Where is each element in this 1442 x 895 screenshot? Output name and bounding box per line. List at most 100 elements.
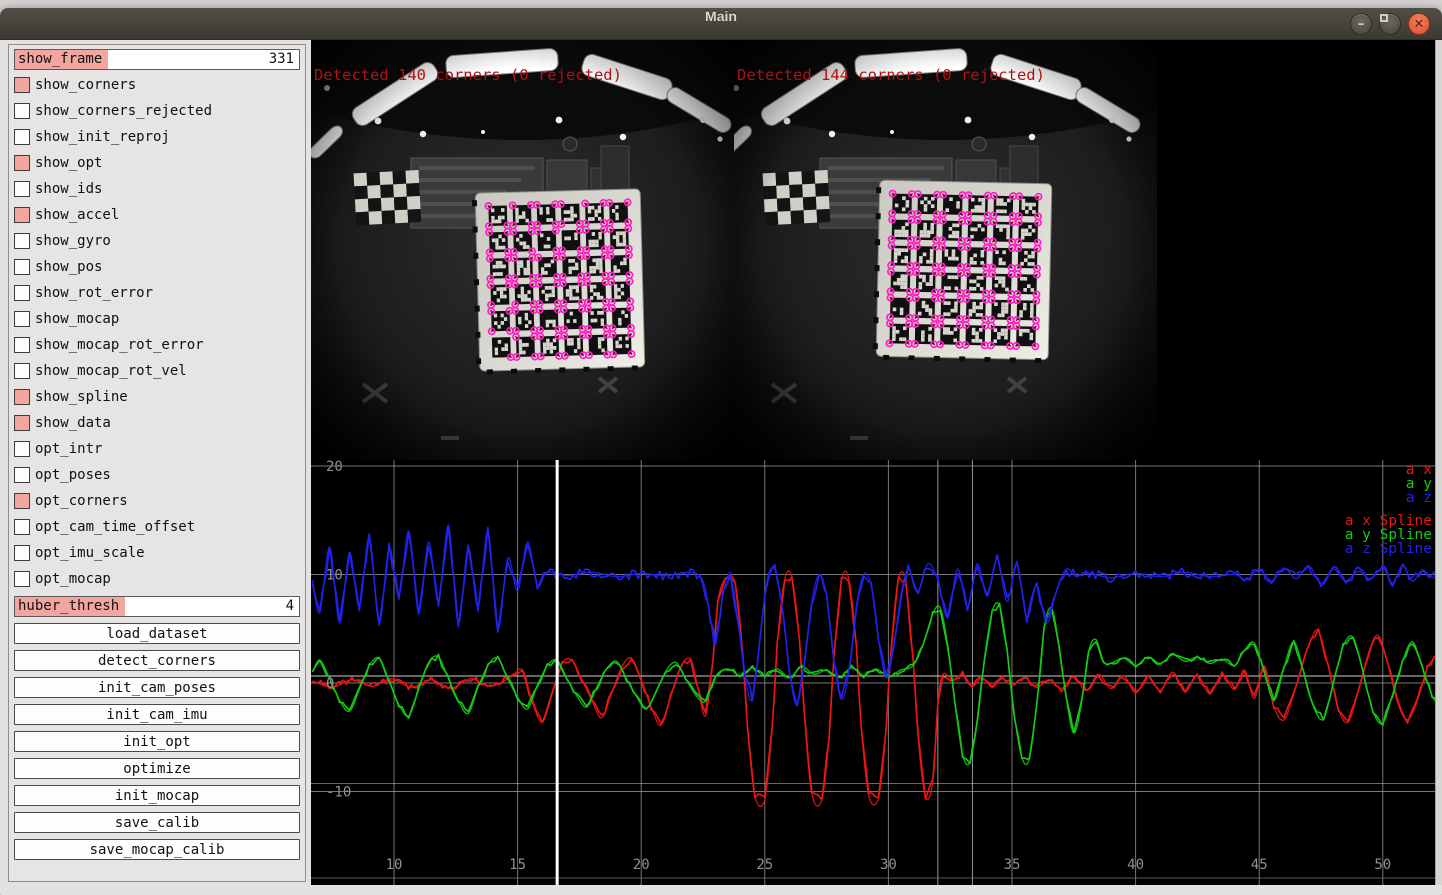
checkbox-label: show_gyro [35, 233, 111, 249]
checkbox-show_corners[interactable] [14, 77, 30, 93]
checkbox-show_gyro[interactable] [14, 233, 30, 249]
checkbox-row-show_mocap_rot_vel[interactable]: show_mocap_rot_vel [14, 362, 300, 379]
camera-view-1: Detected 144 corners (0 rejected) [734, 40, 1157, 460]
window-right-border [1435, 40, 1442, 885]
checkbox-row-opt_poses[interactable]: opt_poses [14, 466, 300, 483]
checkbox-row-show_opt[interactable]: show_opt [14, 154, 300, 171]
window-controls: – ✕ [1350, 13, 1430, 35]
detected-corners-overlay: Detected 144 corners (0 rejected) [737, 66, 1045, 84]
x-tick-label: 35 [1004, 857, 1021, 873]
optimize-button[interactable]: optimize [14, 758, 300, 779]
y-tick-label: 20 [326, 460, 343, 475]
checkbox-label: show_mocap_rot_error [35, 337, 204, 353]
checkbox-label: opt_mocap [35, 571, 111, 587]
legend-item: a z [1406, 490, 1432, 506]
imu-plot[interactable]: 10152025303540455020100-10a xa ya za x S… [311, 460, 1435, 885]
y-tick-label: 0 [326, 676, 334, 692]
titlebar[interactable]: Main – ✕ [0, 8, 1442, 40]
checkbox-row-opt_corners[interactable]: opt_corners [14, 492, 300, 509]
checkbox-row-show_ids[interactable]: show_ids [14, 180, 300, 197]
checkbox-opt_intr[interactable] [14, 441, 30, 457]
show-frame-value: 331 [108, 50, 299, 69]
load_dataset-button[interactable]: load_dataset [14, 623, 300, 644]
checkbox-opt_cam_time_offset[interactable] [14, 519, 30, 535]
checkbox-show_opt[interactable] [14, 155, 30, 171]
huber-thresh-field[interactable]: huber_thresh4 [14, 596, 300, 617]
x-tick-label: 15 [509, 857, 526, 873]
huber-thresh-label: huber_thresh [15, 597, 125, 616]
x-tick-label: 30 [880, 857, 897, 873]
show-frame-field[interactable]: show_frame331 [14, 49, 300, 70]
main-area: show_frame331 show_corners show_corners_re… [0, 40, 1442, 885]
checkbox-label: show_corners [35, 77, 136, 93]
checkbox-opt_poses[interactable] [14, 467, 30, 483]
checkbox-row-show_mocap[interactable]: show_mocap [14, 310, 300, 327]
checkbox-label: show_corners_rejected [35, 103, 212, 119]
checkbox-label: opt_cam_time_offset [35, 519, 195, 535]
checkbox-show_ids[interactable] [14, 181, 30, 197]
checkbox-label: show_ids [35, 181, 102, 197]
checkbox-row-show_data[interactable]: show_data [14, 414, 300, 431]
init_cam_imu-button[interactable]: init_cam_imu [14, 704, 300, 725]
close-button[interactable]: ✕ [1408, 13, 1430, 35]
huber-thresh-value: 4 [125, 597, 299, 616]
detected-corners-overlay: Detected 140 corners (0 rejected) [314, 66, 622, 84]
checkbox-label: opt_poses [35, 467, 111, 483]
maximize-button[interactable] [1379, 13, 1401, 35]
checkbox-label: opt_corners [35, 493, 128, 509]
checkbox-row-opt_imu_scale[interactable]: opt_imu_scale [14, 544, 300, 561]
checkbox-row-opt_mocap[interactable]: opt_mocap [14, 570, 300, 587]
checkbox-label: show_spline [35, 389, 128, 405]
checkbox-row-show_pos[interactable]: show_pos [14, 258, 300, 275]
save_mocap_calib-button[interactable]: save_mocap_calib [14, 839, 300, 860]
content-area: Detected 140 corners (0 rejected) Detect… [311, 40, 1435, 885]
checkbox-row-show_corners[interactable]: show_corners [14, 76, 300, 93]
checkbox-opt_corners[interactable] [14, 493, 30, 509]
checkbox-opt_imu_scale[interactable] [14, 545, 30, 561]
checkbox-label: show_mocap [35, 311, 119, 327]
init_cam_poses-button[interactable]: init_cam_poses [14, 677, 300, 698]
x-tick-label: 20 [633, 857, 650, 873]
maximize-icon [1380, 14, 1400, 34]
show-frame-label: show_frame [15, 50, 108, 69]
minimize-button[interactable]: – [1350, 13, 1372, 35]
checkbox-label: show_pos [35, 259, 102, 275]
checkbox-show_accel[interactable] [14, 207, 30, 223]
checkbox-show_data[interactable] [14, 415, 30, 431]
checkbox-opt_mocap[interactable] [14, 571, 30, 587]
sidebar-panel: show_frame331 show_corners show_corners_re… [8, 44, 306, 882]
x-tick-label: 50 [1374, 857, 1391, 873]
checkbox-show_mocap_rot_error[interactable] [14, 337, 30, 353]
checkbox-row-show_mocap_rot_error[interactable]: show_mocap_rot_error [14, 336, 300, 353]
checkbox-show_pos[interactable] [14, 259, 30, 275]
checkbox-show_spline[interactable] [14, 389, 30, 405]
x-tick-label: 25 [756, 857, 773, 873]
detect_corners-button[interactable]: detect_corners [14, 650, 300, 671]
checkbox-row-show_corners_rejected[interactable]: show_corners_rejected [14, 102, 300, 119]
checkbox-row-show_rot_error[interactable]: show_rot_error [14, 284, 300, 301]
checkbox-show_mocap[interactable] [14, 311, 30, 327]
checkbox-label: show_accel [35, 207, 119, 223]
checkbox-show_mocap_rot_vel[interactable] [14, 363, 30, 379]
y-tick-label: -10 [326, 785, 351, 801]
checkbox-label: show_data [35, 415, 111, 431]
init_opt-button[interactable]: init_opt [14, 731, 300, 752]
x-tick-label: 10 [386, 857, 403, 873]
init_mocap-button[interactable]: init_mocap [14, 785, 300, 806]
close-icon: ✕ [1409, 14, 1429, 34]
checkbox-show_rot_error[interactable] [14, 285, 30, 301]
checkbox-show_init_reproj[interactable] [14, 129, 30, 145]
checkbox-label: show_rot_error [35, 285, 153, 301]
legend-spline-item: a z Spline [1345, 541, 1432, 557]
checkbox-row-show_spline[interactable]: show_spline [14, 388, 300, 405]
save_calib-button[interactable]: save_calib [14, 812, 300, 833]
checkbox-show_corners_rejected[interactable] [14, 103, 30, 119]
window-title: Main [0, 8, 1442, 40]
x-tick-label: 45 [1251, 857, 1268, 873]
checkbox-row-show_init_reproj[interactable]: show_init_reproj [14, 128, 300, 145]
checkbox-label: show_mocap_rot_vel [35, 363, 187, 379]
checkbox-row-show_accel[interactable]: show_accel [14, 206, 300, 223]
checkbox-row-opt_cam_time_offset[interactable]: opt_cam_time_offset [14, 518, 300, 535]
checkbox-row-opt_intr[interactable]: opt_intr [14, 440, 300, 457]
checkbox-row-show_gyro[interactable]: show_gyro [14, 232, 300, 249]
